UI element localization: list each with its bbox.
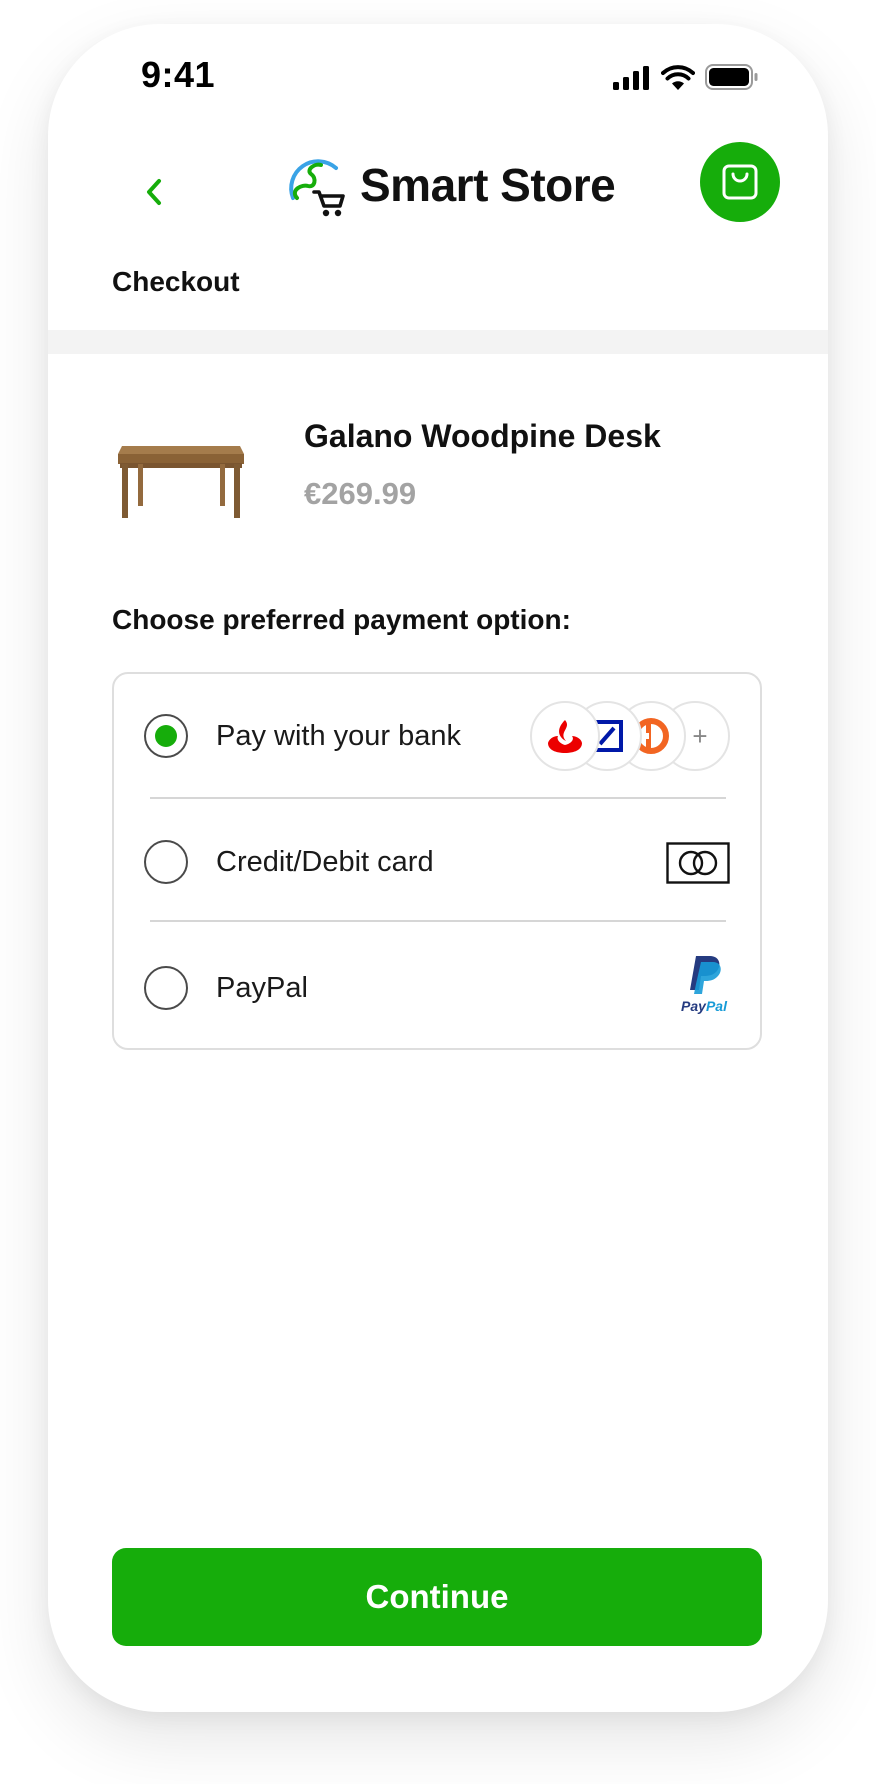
payment-section-label: Choose preferred payment option: [112, 604, 571, 635]
cart-button[interactable] [700, 142, 780, 222]
cellular-signal-icon [613, 66, 649, 90]
brand-name: Smart Store [360, 159, 616, 211]
option-separator [150, 920, 726, 922]
page-title: Checkout [112, 266, 240, 297]
section-divider [48, 330, 828, 354]
bank-logos: + [530, 701, 730, 773]
radio-card[interactable] [144, 840, 188, 884]
shopping-bag-icon [722, 164, 758, 200]
product-price: €269.99 [304, 476, 417, 511]
wifi-icon [661, 65, 695, 90]
radio-paypal[interactable] [144, 966, 188, 1010]
santander-logo-icon [548, 720, 582, 753]
phone-frame: 9:41 Smart Store Checkout Galano Woodpin… [48, 24, 828, 1712]
continue-button[interactable]: Continue [112, 1548, 762, 1646]
paypal-logo-icon: PayPal [676, 954, 732, 1020]
product-image [118, 446, 244, 518]
product-name: Galano Woodpine Desk [304, 418, 661, 454]
payment-options: Pay with your bank + Credit/Debit card P… [112, 672, 762, 1050]
santander-logo [530, 701, 600, 771]
payment-option-card[interactable]: Credit/Debit card [114, 800, 760, 924]
battery-icon [705, 64, 758, 90]
chevron-left-icon [147, 179, 161, 205]
plus-icon: + [692, 720, 708, 751]
status-bar: 9:41 [48, 24, 828, 134]
back-button[interactable] [126, 164, 182, 220]
status-time: 9:41 [141, 54, 216, 95]
smart-store-logo-icon [289, 159, 345, 217]
option-separator [150, 797, 726, 799]
card-icon [666, 842, 730, 884]
payment-option-label: Pay with your bank [216, 720, 462, 752]
paypal-wordmark: PayPal [681, 998, 727, 1014]
payment-option-paypal[interactable]: PayPal PayPal [114, 926, 760, 1050]
payment-option-label: PayPal [216, 972, 308, 1004]
radio-bank[interactable] [144, 714, 188, 758]
payment-option-bank[interactable]: Pay with your bank + [114, 674, 760, 798]
payment-option-label: Credit/Debit card [216, 846, 434, 878]
